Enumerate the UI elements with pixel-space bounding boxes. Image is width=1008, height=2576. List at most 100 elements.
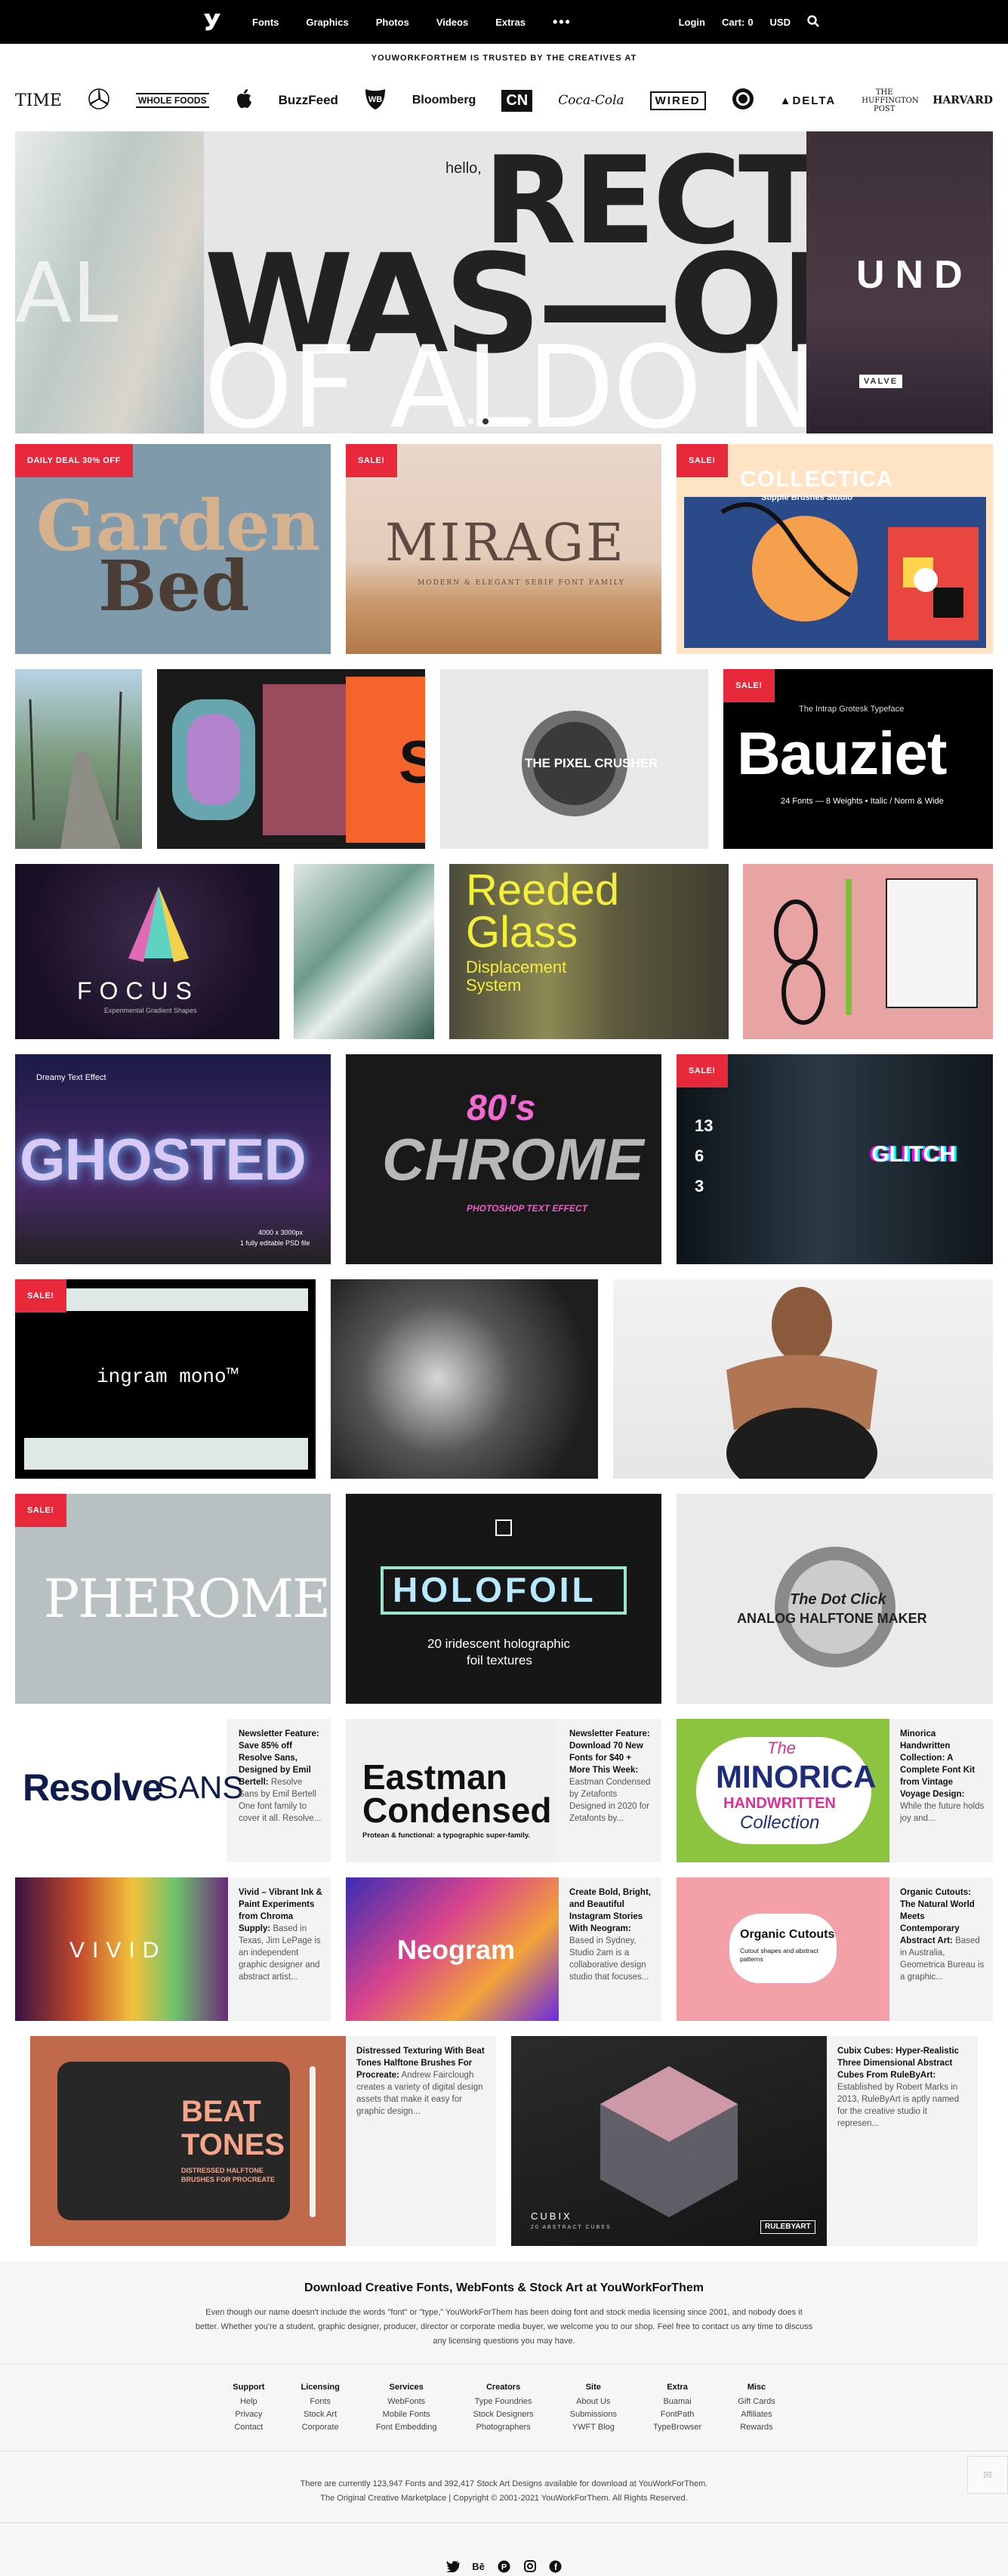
cart-link[interactable]: Cart: 0 [722,17,754,28]
product-mirage[interactable]: SALE! MIRAGE MODERN & ELEGANT SERIF FONT… [346,444,661,654]
blog-title[interactable]: Minorica Handwritten Collection: A Compl… [900,1729,975,1799]
blog-body: Cubix Cubes: Hyper-Realistic Three Dimen… [837,2045,970,2130]
carousel-dot[interactable] [511,418,517,424]
nav-graphics[interactable]: Graphics [306,17,348,28]
carousel-dot[interactable] [468,418,474,424]
sale-badge: SALE! [677,444,728,477]
footer-link[interactable]: Mobile Fonts [376,2408,437,2421]
photo-glasses-notebook[interactable] [743,864,993,1039]
brand-delta: ▲DELTA [779,94,837,107]
nav-extras[interactable]: Extras [495,17,526,28]
footer-link[interactable]: Gift Cards [738,2396,775,2408]
vivid-word: VIVID [69,1938,167,1963]
footer-link[interactable]: Privacy [233,2408,264,2421]
nav-fonts[interactable]: Fonts [252,17,279,28]
footer-link[interactable]: About Us [570,2396,617,2408]
footer-link[interactable]: Buamai [653,2396,701,2408]
footer-link[interactable]: FontPath [653,2408,701,2421]
hero-slide-main[interactable]: hello, RECTA WAS—ONE OF ALDO NOV [204,131,806,433]
footer-link[interactable]: Font Embedding [376,2421,437,2434]
carousel-dot[interactable] [497,418,503,424]
footer-link[interactable]: Help [233,2396,264,2408]
blog-post-organic-cutouts[interactable]: Organic Cutouts Cutout shapes and abstra… [677,1877,993,2021]
blog-title[interactable]: Create Bold, Bright, and Beautiful Insta… [569,1888,651,1933]
photo-palm-road[interactable] [15,669,142,849]
product-80s-chrome[interactable]: 80's CHROME PHOTOSHOP TEXT EFFECT [346,1054,661,1264]
nav-photos[interactable]: Photos [376,17,409,28]
hero-carousel[interactable]: AL hello, RECTA WAS—ONE OF ALDO NOV UND … [15,131,993,433]
footer-link[interactable]: Corporate [301,2421,339,2434]
nav-more-icon[interactable]: ••• [553,15,572,29]
hero-slide-left[interactable]: AL [15,131,204,433]
product-pixel-crusher[interactable]: THE PIXEL CRUSHER [440,669,708,849]
footer-link[interactable]: YWFT Blog [570,2421,617,2434]
footer-link[interactable]: Type Foundries [473,2396,534,2408]
nav-videos[interactable]: Videos [436,17,468,28]
product-focus[interactable]: FOCUS Experimental Gradient Shapes [15,864,279,1039]
facebook-icon[interactable]: f [549,2559,563,2573]
behance-icon[interactable]: Bē [472,2559,486,2573]
footer-link[interactable]: Stock Art [301,2408,339,2421]
photo-white-flowers[interactable] [331,1279,598,1479]
product-row-4: Dreamy Text Effect GHOSTED 4000 x 3000px… [15,1054,993,1264]
blog-post-cubix[interactable]: CUBIX 20 ABSTRACT CUBES RULEBYART Cubix … [511,2036,978,2246]
footer-link[interactable]: Submissions [570,2408,617,2421]
rulebyart-logo: RULEBYART [760,2220,815,2234]
product-ghosted[interactable]: Dreamy Text Effect GHOSTED 4000 x 3000px… [15,1054,331,1264]
footer-link[interactable]: TypeBrowser [653,2421,701,2434]
chat-icon[interactable]: ✉ [967,2456,1008,2494]
photo-fitness-woman[interactable] [613,1279,993,1479]
instagram-icon[interactable] [523,2559,537,2573]
svg-text:P: P [501,2562,507,2571]
product-bauziet[interactable]: SALE! The Intrap Grotesk Typeface Bauzie… [723,669,993,849]
carousel-dot-active[interactable] [482,418,489,424]
pinterest-icon[interactable]: P [498,2559,511,2573]
login-link[interactable]: Login [679,17,705,28]
footer-link[interactable]: Photographers [473,2421,534,2434]
blog-image: Eastman Condensed Protean & functional: … [346,1719,557,1862]
footer-link[interactable]: Stock Designers [473,2408,534,2421]
focus-subtitle: Experimental Gradient Shapes [104,1007,197,1014]
footer-col-title: Creators [486,2383,521,2392]
daily-deal-badge: DAILY DEAL 30% OFF [15,444,133,477]
blog-post-resolve-sans[interactable]: Resolve SANS Newsletter Feature: Save 85… [15,1719,331,1862]
beat-tones-sub: DISTRESSED HALFTONE BRUSHES FOR PROCREAT… [181,2167,275,2183]
blog-post-eastman[interactable]: Eastman Condensed Protean & functional: … [346,1719,661,1862]
blog-post-neogram[interactable]: Neogram Create Bold, Bright, and Beautif… [346,1877,661,2021]
twitter-icon[interactable] [445,2559,460,2573]
product-glitch[interactable]: SALE! 13 6 3 GLITCH [677,1054,993,1264]
footer-link[interactable]: Fonts [301,2396,339,2408]
product-halftone-maker[interactable]: The Dot Click ANALOG HALFTONE MAKER [677,1494,993,1704]
glitch-num-2: 6 [695,1146,704,1165]
glitch-title: GLITCH [871,1142,956,1167]
footer-link[interactable]: Rewards [738,2421,775,2434]
footer-link[interactable]: WebFonts [376,2396,437,2408]
footer-link[interactable]: Contact [233,2421,264,2434]
blog-title[interactable]: Cubix Cubes: Hyper-Realistic Three Dimen… [837,2047,959,2080]
blog-post-minorica[interactable]: The MINORICA HANDWRITTEN Collection Mino… [677,1719,993,1862]
product-experimental-collection[interactable]: S [157,669,425,849]
photo-plant-leaves[interactable] [294,864,434,1039]
product-reeded-glass[interactable]: Reeded Glass Displacement System [449,864,729,1039]
carousel-dot[interactable] [526,418,532,424]
product-collectica[interactable]: SALE! COLLECTICA Stipple Brushes Studio [677,444,993,654]
currency-select[interactable]: USD [770,17,791,28]
product-holofoil[interactable]: HOLOFOIL 20 iridescent holographic foil … [346,1494,661,1704]
valve-logo: VALVE [859,375,903,388]
footer-link[interactable]: Affiliates [738,2408,775,2421]
hero-slide-right[interactable]: UND VALVE [806,131,993,433]
product-ingram-mono[interactable]: SALE! ingram mono™ [15,1279,316,1479]
ghosted-title: GHOSTED [20,1126,307,1192]
blog-post-beat-tones[interactable]: BEAT TONES DISTRESSED HALFTONE BRUSHES F… [30,2036,496,2246]
ywft-logo-icon[interactable] [201,11,223,33]
trust-heading: YOUWORKFORTHEM IS TRUSTED BY THE CREATIV… [371,54,637,63]
footer-paragraph: Even though our name doesn't include the… [195,2308,813,2346]
footer-columns: Support Help Privacy Contact Licensing F… [0,2381,1008,2434]
product-pherome[interactable]: SALE! PHEROME [15,1494,331,1704]
blog-title[interactable]: Newsletter Feature: Download 70 New Font… [569,1729,650,1775]
product-garden-bed[interactable]: DAILY DEAL 30% OFF Garden Bed [15,444,331,654]
halftone-title: ANALOG HALFTONE MAKER [737,1611,927,1626]
search-icon[interactable] [807,14,819,29]
blog-post-vivid[interactable]: VIVID Vivid – Vibrant Ink & Paint Experi… [15,1877,331,2021]
glitch-num-3: 3 [695,1177,704,1195]
